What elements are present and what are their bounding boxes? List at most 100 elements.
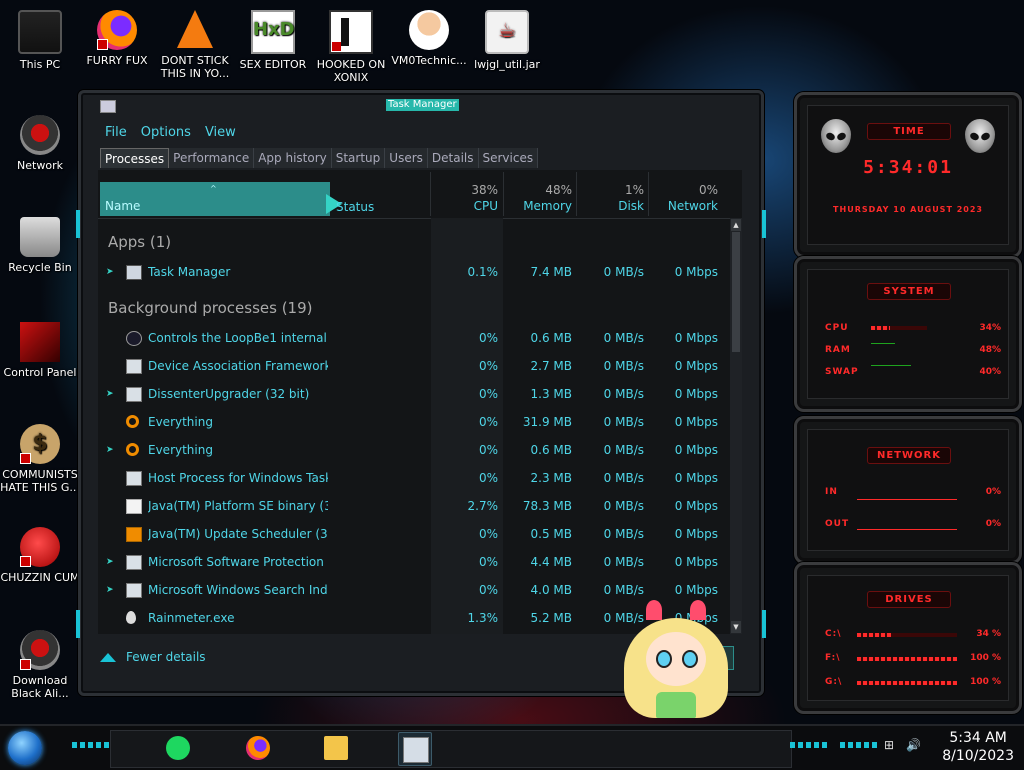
process-cpu-cell: 2.7% bbox=[467, 499, 499, 513]
desktop-icon-furry-fux[interactable]: FURRY FUX bbox=[77, 10, 157, 67]
expand-chevron-icon[interactable]: ➤ bbox=[106, 549, 114, 575]
process-list[interactable]: Apps (1) Background processes (19) ➤ Task… bbox=[98, 218, 730, 634]
desktop-icon-label: Download Black Ali... bbox=[11, 674, 69, 700]
taskbar-app-explorer[interactable] bbox=[320, 732, 352, 764]
process-name: Microsoft Windows Search Inde... bbox=[148, 583, 328, 597]
network-column-label: Network bbox=[667, 199, 718, 213]
menu-file[interactable]: File bbox=[100, 124, 132, 142]
desktop-icon-this-pc[interactable]: This PC bbox=[0, 10, 80, 71]
process-memory-cell: 0.5 MB bbox=[530, 527, 572, 541]
desktop-icon-vm0technic[interactable]: VM0Technic... bbox=[389, 10, 469, 67]
desktop-icon-label: COMMUNISTS HATE THIS G... bbox=[0, 468, 80, 494]
process-disk-cell: 0 MB/s bbox=[603, 555, 644, 569]
tab-processes[interactable]: Processes bbox=[100, 148, 170, 168]
scrollbar-thumb[interactable] bbox=[732, 232, 740, 352]
desktop-icon-download-black-alien[interactable]: Download Black Ali... bbox=[0, 630, 80, 700]
column-separator[interactable] bbox=[503, 172, 504, 216]
expand-chevron-icon[interactable]: ➤ bbox=[106, 259, 114, 285]
process-row[interactable]: Device Association Framework ... 0% 2.7 MB… bbox=[98, 353, 730, 379]
control-panel-icon bbox=[20, 322, 60, 362]
process-disk-cell: 0 MB/s bbox=[603, 471, 644, 485]
desktop-icon-label: lwjgl_util.jar bbox=[474, 58, 540, 71]
taskbar-app-firefox[interactable] bbox=[242, 732, 274, 764]
tab-performance[interactable]: Performance bbox=[169, 148, 255, 168]
volume-icon[interactable]: 🔊 bbox=[906, 738, 921, 752]
expand-chevron-icon[interactable]: ➤ bbox=[106, 577, 114, 603]
fewer-details-button[interactable]: Fewer details bbox=[100, 646, 206, 668]
process-row[interactable]: ➤ DissenterUpgrader (32 bit) 0% 1.3 MB 0 MB/… bbox=[98, 381, 730, 407]
menu-bar: File Options View bbox=[100, 124, 241, 142]
cpu-column-label: CPU bbox=[473, 199, 498, 213]
desktop-icon-dont-stick[interactable]: DONT STICK THIS IN YO... bbox=[155, 10, 235, 80]
menu-options[interactable]: Options bbox=[136, 124, 196, 142]
menu-view[interactable]: View bbox=[200, 124, 241, 142]
desktop-icon-chuzzin-cum[interactable]: CHUZZIN CUM bbox=[0, 527, 80, 584]
desktop-icon-lwjgl-util[interactable]: ☕ lwjgl_util.jar bbox=[467, 10, 547, 71]
process-row[interactable]: Java(TM) Platform SE binary (32... 2.7% 78… bbox=[98, 493, 730, 519]
tab-startup[interactable]: Startup bbox=[331, 148, 386, 168]
rainmeter-date: THURSDAY 10 AUGUST 2023 bbox=[833, 205, 983, 214]
desktop-icon-label: VM0Technic... bbox=[391, 54, 467, 67]
scroll-down-icon[interactable]: ▼ bbox=[731, 621, 741, 633]
drive-usage-bar bbox=[857, 681, 957, 685]
column-header-name[interactable]: ^ Name bbox=[100, 182, 330, 216]
process-name: Device Association Framework ... bbox=[148, 359, 328, 373]
column-separator[interactable] bbox=[648, 172, 649, 216]
network-tray-icon[interactable]: ⊞ bbox=[882, 738, 896, 752]
column-header-status[interactable]: Status bbox=[336, 200, 374, 214]
column-separator[interactable] bbox=[430, 172, 431, 216]
start-button[interactable] bbox=[8, 731, 42, 765]
rainmeter-time-skin[interactable]: TIME 5:34:01 THURSDAY 10 AUGUST 2023 bbox=[794, 92, 1022, 258]
process-disk-cell: 0 MB/s bbox=[603, 443, 644, 457]
taskbar-clock[interactable]: 5:34 AM 8/10/2023 bbox=[942, 729, 1014, 765]
desktop-icon-label: FURRY FUX bbox=[86, 54, 148, 67]
title-bar[interactable]: Task Manager bbox=[78, 90, 764, 118]
desktop-icon-sex-editor[interactable]: HxD SEX EDITOR bbox=[233, 10, 313, 71]
desktop-icon-control-panel[interactable]: Control Panel bbox=[0, 322, 80, 379]
tab-details[interactable]: Details bbox=[427, 148, 479, 168]
process-row[interactable]: ➤ Microsoft Software Protection P... 0% 4.4… bbox=[98, 549, 730, 575]
process-row[interactable]: ➤ Everything 0% 0.6 MB 0 MB/s 0 Mbps bbox=[98, 437, 730, 463]
process-cpu-cell: 0% bbox=[478, 443, 498, 457]
expand-chevron-icon[interactable]: ➤ bbox=[106, 437, 114, 463]
vertical-scrollbar[interactable]: ▲ ▼ bbox=[730, 218, 742, 634]
drive-label: C:\ bbox=[825, 629, 842, 639]
tab-services[interactable]: Services bbox=[478, 148, 539, 168]
taskbar-app-spotify[interactable] bbox=[162, 732, 194, 764]
taskbar-app-task-manager[interactable] bbox=[398, 732, 432, 766]
memory-total-percent: 48% bbox=[545, 183, 572, 197]
group-header-apps[interactable]: Apps (1) bbox=[108, 233, 171, 251]
column-header-network[interactable]: 0% Network bbox=[654, 182, 718, 214]
process-name: Microsoft Software Protection P... bbox=[148, 555, 328, 569]
desktop-icon-label: CHUZZIN CUM bbox=[0, 571, 80, 584]
process-disk-cell: 0 MB/s bbox=[603, 359, 644, 373]
rainmeter-network-skin[interactable]: NETWORK IN 0% OUT 0% bbox=[794, 416, 1022, 564]
column-separator[interactable] bbox=[576, 172, 577, 216]
tab-users[interactable]: Users bbox=[385, 148, 428, 168]
expand-chevron-icon[interactable]: ➤ bbox=[106, 381, 114, 407]
desktop-icon-network[interactable]: Network bbox=[0, 115, 80, 172]
process-memory-cell: 78.3 MB bbox=[522, 499, 572, 513]
group-header-background[interactable]: Background processes (19) bbox=[108, 299, 313, 317]
process-cpu-cell: 0% bbox=[478, 359, 498, 373]
net-in-label: IN bbox=[825, 487, 838, 497]
task-manager-app-icon[interactable] bbox=[100, 100, 116, 113]
tab-app-history[interactable]: App history bbox=[254, 148, 332, 168]
process-row[interactable]: ➤ Task Manager 0.1% 7.4 MB 0 MB/s 0 Mbps bbox=[98, 259, 730, 285]
column-header-memory[interactable]: 48% Memory bbox=[508, 182, 572, 214]
rainmeter-drives-skin[interactable]: DRIVES C:\ 34 % F:\ 100 % G:\ 100 % bbox=[794, 562, 1022, 714]
column-header-cpu[interactable]: 38% CPU bbox=[438, 182, 498, 214]
process-row[interactable]: Everything 0% 31.9 MB 0 MB/s 0 Mbps bbox=[98, 409, 730, 435]
process-row[interactable]: Controls the LoopBe1 internal ... 0% 0.6 M… bbox=[98, 325, 730, 351]
process-row[interactable]: Java(TM) Update Scheduler (32 ... 0% 0.5 M… bbox=[98, 521, 730, 547]
desktop-icon-hooked-on-xonix[interactable]: HOOKED ON XONIX bbox=[311, 10, 391, 84]
scroll-up-icon[interactable]: ▲ bbox=[731, 219, 741, 231]
column-header-disk[interactable]: 1% Disk bbox=[582, 182, 644, 214]
frame-accent bbox=[76, 610, 80, 638]
process-row[interactable]: Host Process for Windows Tasks 0% 2.3 MB 0 … bbox=[98, 465, 730, 491]
process-cpu-cell: 0% bbox=[478, 415, 498, 429]
desktop-icon-recycle-bin[interactable]: Recycle Bin bbox=[0, 217, 80, 274]
desktop-icon-communists[interactable]: $ COMMUNISTS HATE THIS G... bbox=[0, 424, 80, 494]
drive-usage-fill bbox=[857, 633, 891, 637]
rainmeter-system-skin[interactable]: SYSTEM CPU 34% RAM 48% SWAP 40% bbox=[794, 256, 1022, 412]
